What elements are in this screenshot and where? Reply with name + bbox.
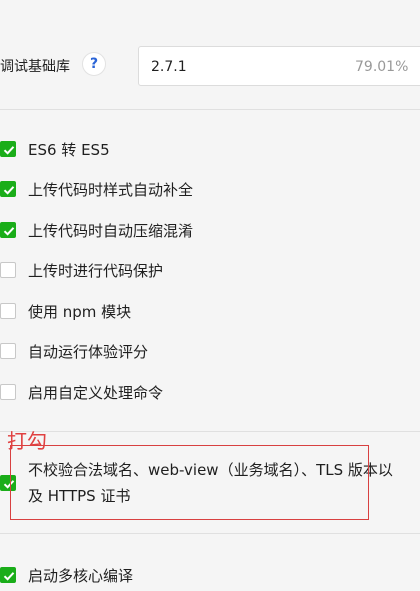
question-icon: ? [89,56,99,72]
option-label: 上传时进行代码保护 [28,262,164,280]
option-custom-command[interactable]: 启用自定义处理命令 [0,379,420,407]
option-style-autocomplete[interactable]: 上传代码时样式自动补全 [0,176,420,204]
option-code-protection[interactable]: 上传时进行代码保护 [0,257,420,285]
checkbox[interactable] [0,262,16,278]
version-value: 2.7.1 [151,59,187,75]
divider [0,533,420,534]
checkmark-icon [3,572,15,581]
checkbox[interactable] [0,384,16,400]
option-label: 上传代码时样式自动补全 [28,181,194,199]
option-experience-score[interactable]: 自动运行体验评分 [0,338,420,366]
divider [0,109,420,110]
checkmark-icon [3,186,15,195]
annotation-highlight-box [10,445,369,520]
base-library-version-select[interactable]: 2.7.1 79.01% [138,46,420,86]
option-label: 启动多核心编译 [28,567,134,585]
option-label: 上传代码时自动压缩混淆 [28,222,194,240]
checkbox[interactable] [0,303,16,319]
help-button[interactable]: ? [82,52,106,76]
checkbox[interactable] [0,222,16,238]
checkbox[interactable] [0,141,16,157]
option-es6-to-es5[interactable]: ES6 转 ES5 [0,136,420,164]
debug-base-library-row: 调试基础库 ? 2.7.1 79.01% [0,40,420,92]
option-multicore-compile[interactable]: 启动多核心编译 [0,562,420,590]
divider [0,431,420,432]
option-label: 使用 npm 模块 [28,303,132,321]
option-npm-modules[interactable]: 使用 npm 模块 [0,298,420,326]
option-label: ES6 转 ES5 [28,141,110,159]
debug-base-library-label: 调试基础库 [0,59,70,75]
checkmark-icon [3,227,15,236]
option-auto-minify[interactable]: 上传代码时自动压缩混淆 [0,217,420,245]
version-coverage: 79.01% [355,59,409,75]
checkmark-icon [3,146,15,155]
option-label: 启用自定义处理命令 [28,384,164,402]
checkbox[interactable] [0,343,16,359]
option-label: 自动运行体验评分 [28,343,149,361]
annotation-text: 打勾 [7,429,47,453]
checkbox[interactable] [0,181,16,197]
checkbox[interactable] [0,567,16,583]
